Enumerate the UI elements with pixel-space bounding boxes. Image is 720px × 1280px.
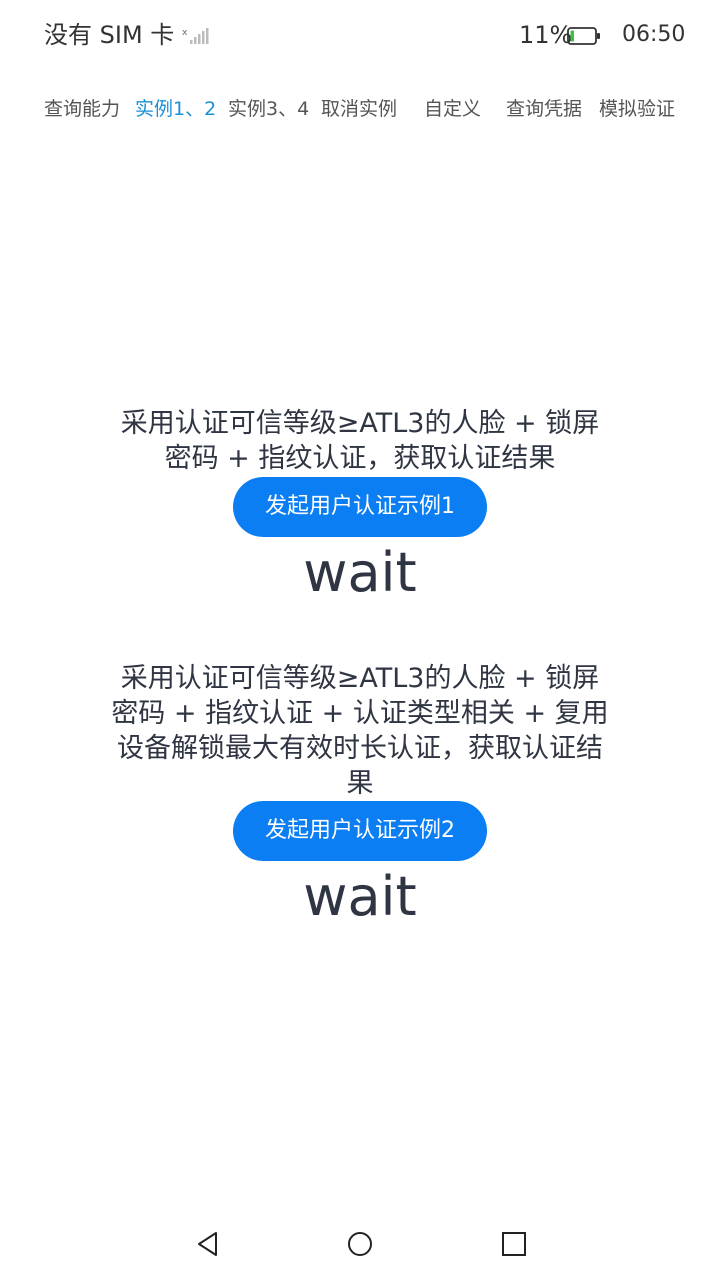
tab-query-capability[interactable]: 查询能力 xyxy=(44,92,120,126)
start-auth-example2-button[interactable]: 发起用户认证示例2 xyxy=(233,801,487,861)
status-bar: 没有 SIM 卡 x 11% 06:50 xyxy=(0,0,720,70)
screen: 没有 SIM 卡 x 11% 06:50 查询能力 实例1、2 实例3、4 取消… xyxy=(0,0,720,1280)
battery-percent: 11% xyxy=(519,21,573,49)
recents-icon[interactable] xyxy=(500,1230,528,1258)
svg-text:x: x xyxy=(182,28,188,38)
battery-icon xyxy=(567,27,600,45)
signal-icon: x xyxy=(182,28,209,44)
home-icon[interactable] xyxy=(346,1230,374,1258)
tab-bar: 查询能力 实例1、2 实例3、4 取消实例 自定义 查询凭据 模拟验证 xyxy=(0,92,720,126)
example1-result: wait xyxy=(303,541,417,604)
start-auth-example1-button[interactable]: 发起用户认证示例1 xyxy=(233,477,487,537)
tab-simulate-verify[interactable]: 模拟验证 xyxy=(599,92,675,126)
example1-description: 采用认证可信等级≥ATL3的人脸 + 锁屏密码 + 指纹认证，获取认证结果 xyxy=(120,408,600,474)
tab-example-3-4[interactable]: 实例3、4 xyxy=(228,92,309,126)
example2-result: wait xyxy=(303,865,417,928)
tab-cancel-example[interactable]: 取消实例 xyxy=(321,92,397,126)
navigation-bar xyxy=(0,1210,720,1280)
back-icon[interactable] xyxy=(194,1230,222,1258)
clock: 06:50 xyxy=(622,22,686,47)
tab-example-1-2[interactable]: 实例1、2 xyxy=(135,92,216,126)
tab-custom[interactable]: 自定义 xyxy=(424,92,481,126)
carrier-label: 没有 SIM 卡 xyxy=(44,21,175,49)
example2-description: 采用认证可信等级≥ATL3的人脸 + 锁屏密码 + 指纹认证 + 认证类型相关 … xyxy=(111,663,609,799)
tab-query-credentials[interactable]: 查询凭据 xyxy=(506,92,582,126)
